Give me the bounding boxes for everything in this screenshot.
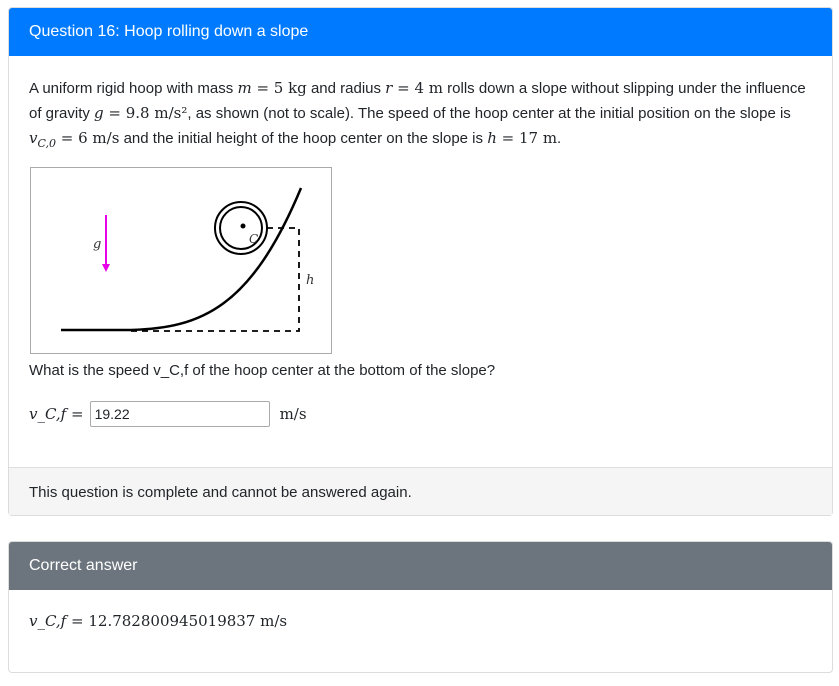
hoop-center: [240, 223, 246, 229]
height-label: h: [306, 273, 314, 288]
completion-status: This question is complete and cannot be …: [9, 467, 832, 515]
velocity-value: = 6 m/s: [56, 129, 120, 147]
slope-curve: [61, 187, 303, 332]
prompt-text: and radius: [306, 80, 386, 97]
question-prompt: A uniform rigid hoop with mass m = 5 kg …: [29, 76, 811, 156]
question-text: What is the speed v_C,f of the hoop cent…: [29, 362, 496, 379]
answer-row: v_C,f = m/s: [29, 400, 307, 428]
slope-diagram: g h C: [61, 187, 314, 332]
height-symbol: h: [487, 129, 497, 147]
velocity-subscript: C,0: [37, 137, 57, 150]
prompt-text: .: [557, 130, 562, 147]
prompt-text: , as shown (not to scale). The speed of …: [187, 105, 791, 122]
answer-input[interactable]: [89, 401, 270, 427]
center-label: C: [249, 232, 258, 246]
answer-unit: m/s: [279, 405, 307, 423]
correct-answer-title: Correct answer: [9, 542, 832, 590]
correct-answer-label: v_C,f: [29, 612, 67, 630]
gravity-symbol: g: [94, 104, 104, 122]
height-value: = 17 m: [496, 129, 558, 147]
question-title: Question 16: Hoop rolling down a slope: [9, 8, 832, 56]
slope-figure: g h C: [30, 167, 332, 354]
correct-answer-value: = 12.782800945019837 m/s: [71, 612, 288, 630]
correct-answer-card: Correct answer v_C,f = 12.78280094501983…: [8, 541, 833, 673]
gravity-value: = 9.8 m/s²: [103, 104, 188, 122]
prompt-text: and the initial height of the hoop cente…: [119, 130, 488, 147]
question-body: A uniform rigid hoop with mass m = 5 kg …: [9, 56, 832, 427]
prompt-text: A uniform rigid hoop with mass: [29, 80, 238, 97]
answer-label: v_C,f =: [29, 405, 84, 423]
question-card: Question 16: Hoop rolling down a slope A…: [8, 7, 833, 516]
mass-symbol: m: [237, 79, 252, 97]
correct-answer-body: v_C,f = 12.782800945019837 m/s: [29, 612, 287, 630]
radius-value: = 4 m: [392, 79, 443, 97]
gravity-label: g: [93, 237, 101, 252]
mass-value: = 5 kg: [251, 79, 307, 97]
gravity-arrowhead: [102, 264, 110, 272]
hoop-outer: [214, 201, 268, 255]
